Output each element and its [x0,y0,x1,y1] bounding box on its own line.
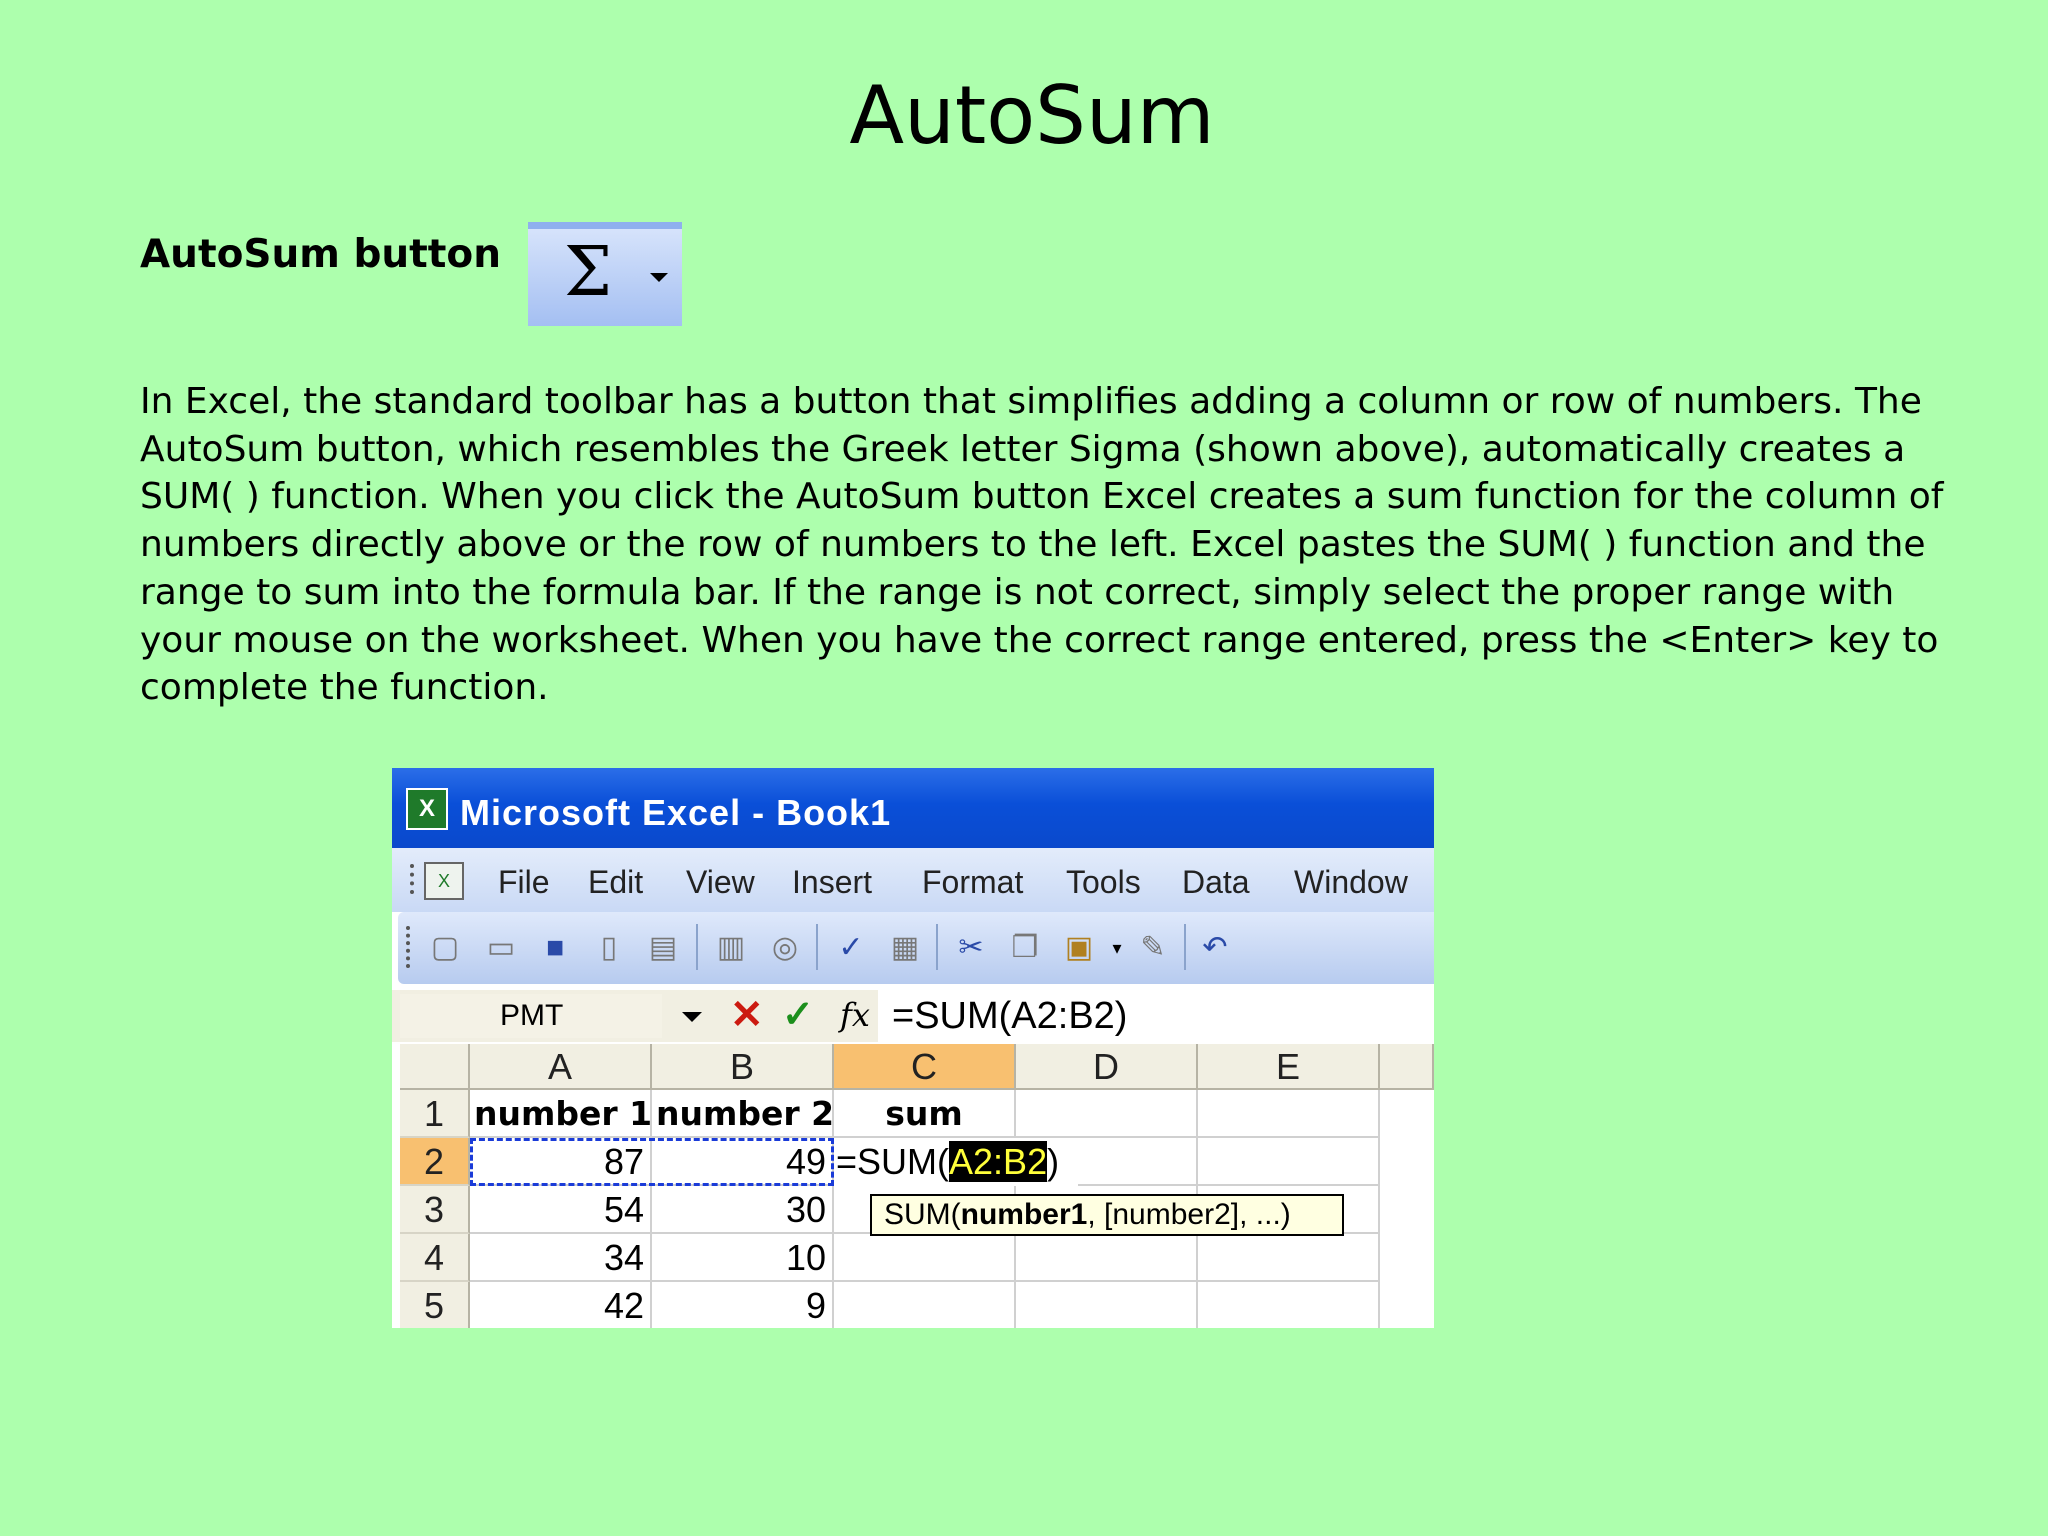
menu-tools[interactable]: Tools [1066,864,1141,901]
cell-d1[interactable] [1016,1090,1198,1138]
standard-toolbar: ▢ ▭ ■ ▯ ▤ ▥ ◎ ✓ ▦ ✂ ❐ ▣ ▾ ✎ ↶ [398,912,1434,984]
slide-title: AutoSum [849,69,1215,162]
row-header-1[interactable]: 1 [400,1090,470,1138]
spelling-icon[interactable]: ✓ [834,930,868,966]
cell-a2[interactable]: 87 [470,1138,652,1186]
excel-window-title: Microsoft Excel - Book1 [460,792,892,833]
copy-icon[interactable]: ❐ [1008,930,1042,966]
formula-suffix: ) [1047,1141,1060,1182]
name-box-dropdown-icon[interactable] [682,1012,702,1022]
cell-d4[interactable] [1016,1234,1198,1282]
cut-icon[interactable]: ✂ [954,930,988,966]
cell-e2[interactable] [1198,1138,1380,1186]
row-header-5[interactable]: 5 [400,1282,470,1328]
undo-icon[interactable]: ↶ [1198,930,1232,966]
cell-e5[interactable] [1198,1282,1380,1328]
cell-b3[interactable]: 30 [652,1186,834,1234]
paragraph-line: numbers directly above or the row of num… [140,524,1926,566]
cell-a5[interactable]: 42 [470,1282,652,1328]
cell-b4[interactable]: 10 [652,1234,834,1282]
formula-bar: PMT ✕ ✓ fx =SUM(A2:B2) [392,990,1434,1042]
menu-grip-icon [410,864,418,894]
row-header-2[interactable]: 2 [400,1138,470,1186]
cell-b5[interactable]: 9 [652,1282,834,1328]
menu-window[interactable]: Window [1294,864,1408,901]
excel-title-bar: X Microsoft Excel - Book1 [392,768,1434,848]
email-icon[interactable]: ▤ [646,930,680,966]
cell-c5[interactable] [834,1282,1016,1328]
sigma-icon: Σ [564,233,613,312]
paragraph-line: your mouse on the worksheet. When you ha… [140,619,1939,661]
worksheet-grid: A B C D E 1 2 3 4 5 number 1 number 2 su… [392,1042,1434,1328]
cell-e1[interactable] [1198,1090,1380,1138]
column-header-b[interactable]: B [652,1044,834,1090]
toolbar-grip-icon [406,926,414,968]
toolbar-separator [936,924,938,970]
formula-input[interactable]: =SUM(A2:B2) [878,990,1434,1042]
column-header-e[interactable]: E [1198,1044,1380,1090]
cancel-icon[interactable]: ✕ [730,992,764,1038]
cell-a4[interactable]: 34 [470,1234,652,1282]
formula-prefix: =SUM( [836,1141,950,1182]
name-box[interactable]: PMT [400,994,662,1038]
cell-c2-editing[interactable]: =SUM(A2:B2) [836,1138,1078,1186]
tooltip-current-arg: number1 [960,1198,1088,1231]
open-folder-icon[interactable]: ▭ [484,930,518,966]
excel-menu-bar: X File Edit View Insert Format Tools Dat… [392,848,1434,912]
research-icon[interactable]: ▦ [888,930,922,966]
paste-dropdown-icon[interactable]: ▾ [1100,930,1134,966]
toolbar-separator [816,924,818,970]
insert-function-icon[interactable]: fx [840,996,870,1034]
menu-data[interactable]: Data [1182,864,1250,901]
row-header-3[interactable]: 3 [400,1186,470,1234]
menu-file[interactable]: File [498,864,550,901]
toolbar-separator [696,924,698,970]
function-tooltip: SUM(number1, [number2], ...) [870,1194,1344,1236]
paragraph-line: SUM( ) function. When you click the Auto… [140,476,1944,518]
cell-a1[interactable]: number 1 [470,1090,652,1138]
cell-d5[interactable] [1016,1282,1198,1328]
paragraph-line: complete the function. [140,667,549,709]
select-all-corner[interactable] [400,1044,470,1090]
paragraph-line: range to sum into the formula bar. If th… [140,571,1895,613]
tooltip-remaining-args: , [number2], ...) [1087,1198,1291,1231]
column-header-f[interactable] [1380,1044,1434,1090]
save-icon[interactable]: ■ [538,930,572,966]
row-header-4[interactable]: 4 [400,1234,470,1282]
paste-icon[interactable]: ▣ [1062,930,1096,966]
menu-view[interactable]: View [686,864,755,901]
cell-c1[interactable]: sum [834,1090,1016,1138]
cell-e4[interactable] [1198,1234,1380,1282]
print-icon[interactable]: ▥ [714,930,748,966]
column-header-a[interactable]: A [470,1044,652,1090]
menu-edit[interactable]: Edit [588,864,643,901]
autosum-button-label: AutoSum button [140,232,501,277]
description-paragraph: In Excel, the standard toolbar has a but… [140,378,1944,712]
tooltip-function-name: SUM( [884,1198,961,1231]
print-preview-icon[interactable]: ◎ [768,930,802,966]
menu-insert[interactable]: Insert [792,864,872,901]
workbook-icon[interactable]: X [424,862,464,900]
cell-b2[interactable]: 49 [652,1138,834,1186]
column-header-c[interactable]: C [834,1044,1016,1090]
paragraph-line: AutoSum button, which resembles the Gree… [140,428,1906,470]
cell-b1[interactable]: number 2 [652,1090,834,1138]
autosum-button-image: Σ [528,222,682,326]
paragraph-line: In Excel, the standard toolbar has a but… [140,381,1922,422]
column-header-d[interactable]: D [1016,1044,1198,1090]
cell-a3[interactable]: 54 [470,1186,652,1234]
cell-c4[interactable] [834,1234,1016,1282]
permission-icon[interactable]: ▯ [592,930,626,966]
new-document-icon[interactable]: ▢ [428,930,462,966]
formula-range-highlight: A2:B2 [949,1141,1048,1182]
format-painter-icon[interactable]: ✎ [1136,930,1170,966]
dropdown-arrow-icon [650,273,668,282]
excel-logo-icon: X [406,788,448,830]
toolbar-separator [1184,924,1186,970]
excel-screenshot: X Microsoft Excel - Book1 X File Edit Vi… [392,768,1434,1328]
menu-format[interactable]: Format [922,864,1023,901]
enter-check-icon[interactable]: ✓ [782,992,814,1037]
